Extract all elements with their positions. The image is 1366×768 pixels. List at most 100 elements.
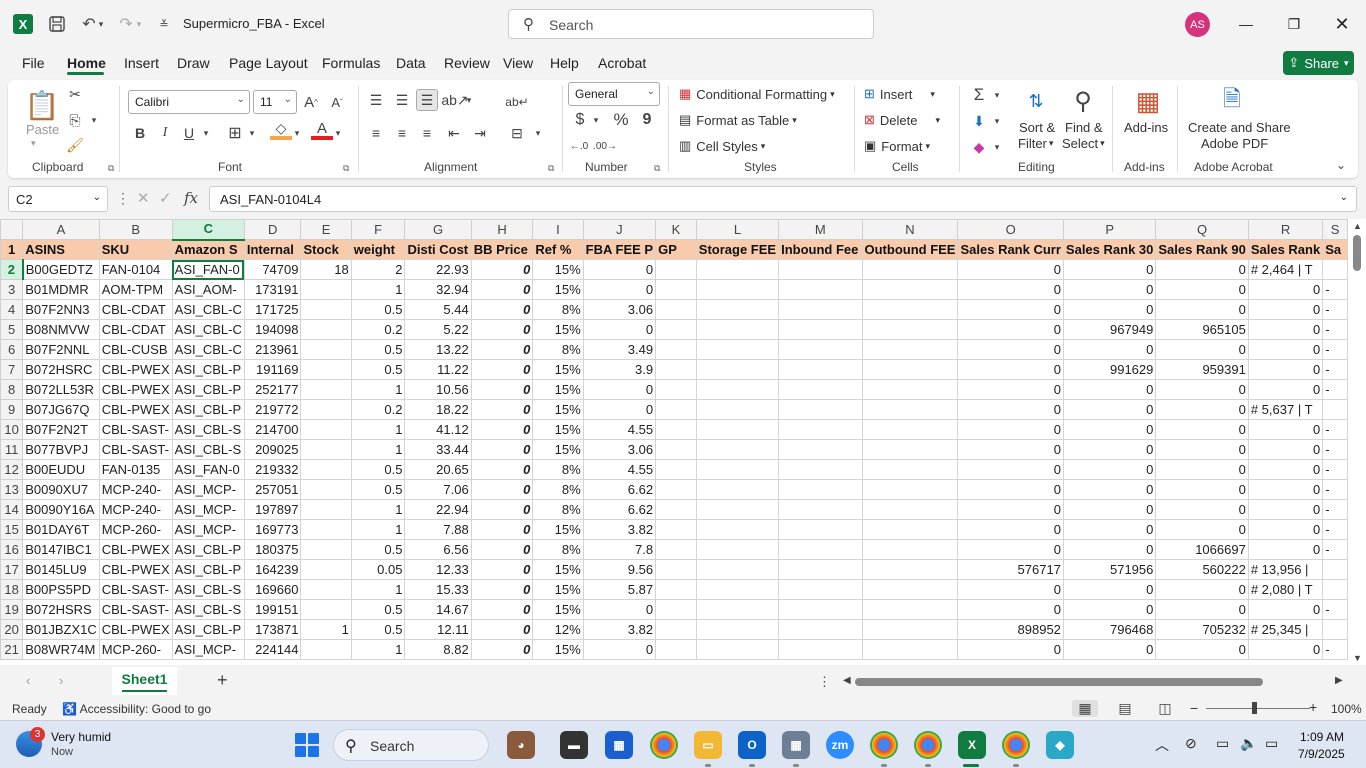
table-cell[interactable]: ASI_MCP- (171, 499, 245, 520)
table-cell[interactable]: 5.22 (404, 319, 472, 340)
table-cell[interactable]: 7.88 (404, 519, 472, 540)
column-header[interactable]: N (861, 219, 959, 240)
table-cell[interactable] (778, 359, 863, 380)
table-cell[interactable]: 3.06 (582, 299, 657, 320)
table-cell[interactable]: 0 (470, 399, 534, 420)
currency-dropdown-icon[interactable]: ▾ (590, 109, 602, 131)
row-header[interactable]: 5 (0, 319, 24, 340)
column-header[interactable]: K (655, 219, 697, 240)
table-cell[interactable]: 194098 (243, 319, 302, 340)
create-share-pdf-label-2[interactable]: Adobe PDF (1201, 136, 1268, 151)
copy-dropdown-icon[interactable]: ▾ (88, 109, 100, 131)
table-cell[interactable]: 0 (1155, 479, 1249, 500)
comma-style-button[interactable]: 9 (636, 109, 658, 131)
table-cell[interactable]: 0 (582, 639, 657, 660)
table-cell[interactable] (655, 499, 697, 520)
add-sheet-button[interactable]: + (217, 670, 228, 691)
header-cell[interactable]: BB Price (470, 239, 534, 260)
table-cell[interactable]: ASI_CBL-P (171, 539, 245, 560)
font-launcher-icon[interactable]: ⧉ (343, 163, 349, 174)
table-cell[interactable]: 0 (470, 639, 534, 660)
orientation-dropdown-icon[interactable]: ▾ (463, 89, 475, 111)
zoom-app-icon[interactable]: zm (826, 731, 854, 759)
table-cell[interactable] (1322, 399, 1348, 420)
table-cell[interactable]: 0 (582, 399, 657, 420)
table-cell[interactable]: 219332 (243, 459, 302, 480)
table-cell[interactable]: 3.9 (582, 359, 657, 380)
table-cell[interactable]: ASI_CBL-S (171, 439, 245, 460)
table-cell[interactable] (778, 599, 863, 620)
row-header[interactable]: 19 (0, 599, 24, 620)
table-cell[interactable] (778, 319, 863, 340)
table-cell[interactable]: 0 (957, 399, 1064, 420)
table-cell[interactable]: 0 (1247, 279, 1324, 300)
table-cell[interactable]: ASI_CBL-C (171, 319, 245, 340)
accessibility-status[interactable]: ♿ Accessibility: Good to go (62, 702, 211, 716)
table-cell[interactable]: 0 (470, 579, 534, 600)
table-cell[interactable]: 8% (532, 479, 584, 500)
sort-filter-icon[interactable]: ⇅ (1021, 86, 1051, 116)
table-cell[interactable]: - (1322, 499, 1348, 520)
table-cell[interactable]: 0 (1155, 599, 1249, 620)
table-cell[interactable] (861, 279, 959, 300)
table-cell[interactable]: 0 (1155, 299, 1249, 320)
table-cell[interactable]: 0 (1062, 299, 1157, 320)
table-cell[interactable]: 12% (532, 619, 584, 640)
table-cell[interactable]: 0 (1062, 599, 1157, 620)
table-cell[interactable]: B00PS5PD (22, 579, 100, 600)
table-cell[interactable]: 209025 (243, 439, 302, 460)
table-cell[interactable]: B08WR74M (22, 639, 100, 660)
column-header[interactable]: C (171, 219, 245, 241)
row-header[interactable]: 4 (0, 299, 24, 320)
table-cell[interactable]: B00EUDU (22, 459, 100, 480)
italic-button[interactable]: I (154, 122, 176, 144)
scroll-down-icon[interactable]: ▼ (1353, 653, 1362, 663)
table-cell[interactable]: 0.5 (350, 479, 406, 500)
table-cell[interactable]: 0 (470, 439, 534, 460)
table-cell[interactable] (695, 299, 780, 320)
table-cell[interactable] (695, 259, 780, 280)
table-cell[interactable]: B07F2NNL (22, 339, 100, 360)
table-cell[interactable]: CBL-PWEX (98, 359, 173, 380)
table-cell[interactable] (695, 499, 780, 520)
header-cell[interactable]: FBA FEE P (582, 239, 657, 260)
table-cell[interactable] (861, 319, 959, 340)
name-box[interactable]: C2 ⌄ (8, 186, 108, 212)
tab-insert[interactable]: Insert (124, 55, 159, 71)
table-cell[interactable]: ASI_CBL-C (171, 339, 245, 360)
table-cell[interactable]: - (1322, 439, 1348, 460)
table-cell[interactable]: FAN-0104 (98, 259, 173, 280)
avatar[interactable]: AS (1185, 12, 1210, 37)
tab-file[interactable]: File (22, 55, 45, 71)
table-cell[interactable]: 0 (1062, 579, 1157, 600)
table-cell[interactable]: ASI_CBL-P (171, 559, 245, 580)
table-cell[interactable] (655, 519, 697, 540)
table-cell[interactable]: 15% (532, 399, 584, 420)
table-cell[interactable]: 173871 (243, 619, 302, 640)
table-cell[interactable]: CBL-SAST- (98, 419, 173, 440)
table-cell[interactable] (695, 379, 780, 400)
table-cell[interactable]: 32.94 (404, 279, 472, 300)
table-cell[interactable] (778, 619, 863, 640)
table-cell[interactable] (778, 279, 863, 300)
sort-filter-label-1[interactable]: Sort & (1019, 120, 1055, 135)
table-cell[interactable]: 991629 (1062, 359, 1157, 380)
table-cell[interactable] (300, 579, 352, 600)
zoom-level[interactable]: 100% (1331, 702, 1362, 716)
table-cell[interactable]: 7.06 (404, 479, 472, 500)
table-cell[interactable]: 0 (582, 379, 657, 400)
header-cell[interactable]: ASINS (22, 239, 100, 260)
next-sheet-icon[interactable]: › (59, 673, 63, 688)
table-cell[interactable]: B0145LU9 (22, 559, 100, 580)
table-cell[interactable]: 5.87 (582, 579, 657, 600)
network-offline-icon[interactable]: ⊘ (1185, 735, 1197, 752)
table-cell[interactable]: 0 (1247, 459, 1324, 480)
table-cell[interactable] (300, 419, 352, 440)
table-cell[interactable] (861, 479, 959, 500)
format-as-table-button[interactable]: ▤ Format as Table ▾ (679, 112, 797, 128)
table-cell[interactable] (300, 279, 352, 300)
currency-format-button[interactable]: $ (569, 109, 591, 131)
wrap-text-icon[interactable]: ab↵ (505, 91, 528, 113)
table-cell[interactable]: 164239 (243, 559, 302, 580)
align-center-icon[interactable]: ≡ (391, 122, 413, 144)
